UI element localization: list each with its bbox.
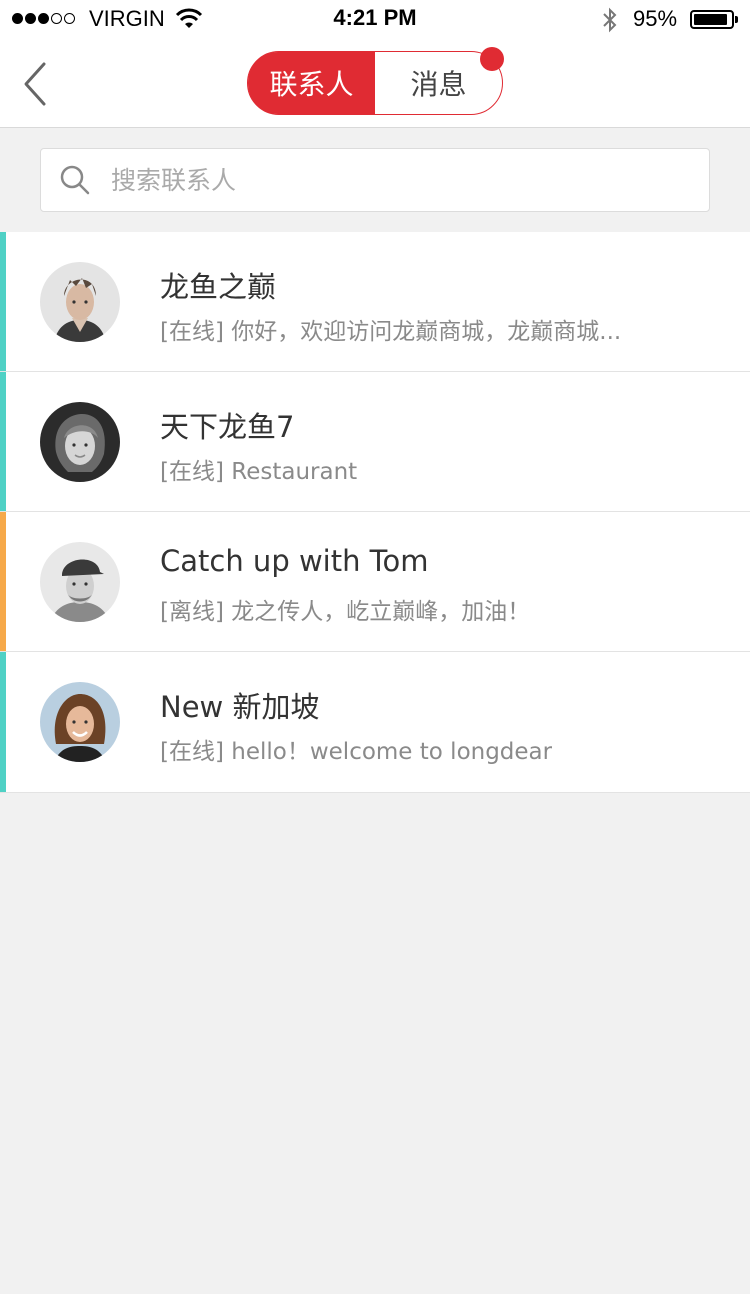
bluetooth-icon: [603, 7, 617, 33]
list-item[interactable]: 天下龙鱼7 [在线] Restaurant: [0, 372, 750, 512]
online-status-indicator: [0, 232, 6, 371]
notification-badge: [480, 47, 504, 71]
man-spiky-hair-avatar-icon: [40, 262, 120, 342]
avatar: [40, 542, 120, 622]
contact-name: 龙鱼之巅: [160, 270, 277, 304]
contact-last-message: [离线] 龙之传人，屹立巅峰，加油！: [160, 599, 531, 625]
list-item[interactable]: Catch up with Tom [离线] 龙之传人，屹立巅峰，加油！: [0, 512, 750, 652]
list-item[interactable]: New 新加坡 [在线] hello！welcome to longdear: [0, 652, 750, 793]
contact-name: New 新加坡: [160, 690, 320, 724]
avatar: [40, 402, 120, 482]
avatar: [40, 262, 120, 342]
list-item[interactable]: 龙鱼之巅 [在线] 你好，欢迎访问龙巅商城，龙巅商城...: [0, 232, 750, 372]
contact-last-message: [在线] Restaurant: [160, 459, 358, 485]
nav-bar: 联系人 消息: [0, 40, 750, 128]
avatar: [40, 682, 120, 762]
offline-status-indicator: [0, 512, 6, 651]
contact-list: 龙鱼之巅 [在线] 你好，欢迎访问龙巅商城，龙巅商城... 天下龙鱼7 [在线]…: [0, 232, 750, 793]
contact-last-message: [在线] hello！welcome to longdear: [160, 739, 553, 765]
man-cap-avatar-icon: [40, 542, 120, 622]
online-status-indicator: [0, 372, 6, 511]
back-chevron-icon[interactable]: [18, 60, 54, 108]
contact-name: Catch up with Tom: [160, 544, 429, 578]
battery-icon: [690, 10, 738, 29]
contact-name: 天下龙鱼7: [160, 410, 295, 444]
woman-blonde-avatar-icon: [40, 402, 120, 482]
woman-smiling-avatar-icon: [40, 682, 120, 762]
segmented-control: 联系人 消息: [247, 47, 504, 115]
search-icon: [60, 165, 90, 195]
online-status-indicator: [0, 652, 6, 792]
tab-contacts[interactable]: 联系人: [248, 52, 375, 114]
contact-last-message: [在线] 你好，欢迎访问龙巅商城，龙巅商城...: [160, 319, 622, 345]
battery-percent: 95%: [633, 6, 678, 31]
search-input[interactable]: [111, 149, 691, 211]
search-bar: [40, 148, 710, 212]
status-bar: VIRGIN 4:21 PM 95%: [0, 0, 750, 40]
